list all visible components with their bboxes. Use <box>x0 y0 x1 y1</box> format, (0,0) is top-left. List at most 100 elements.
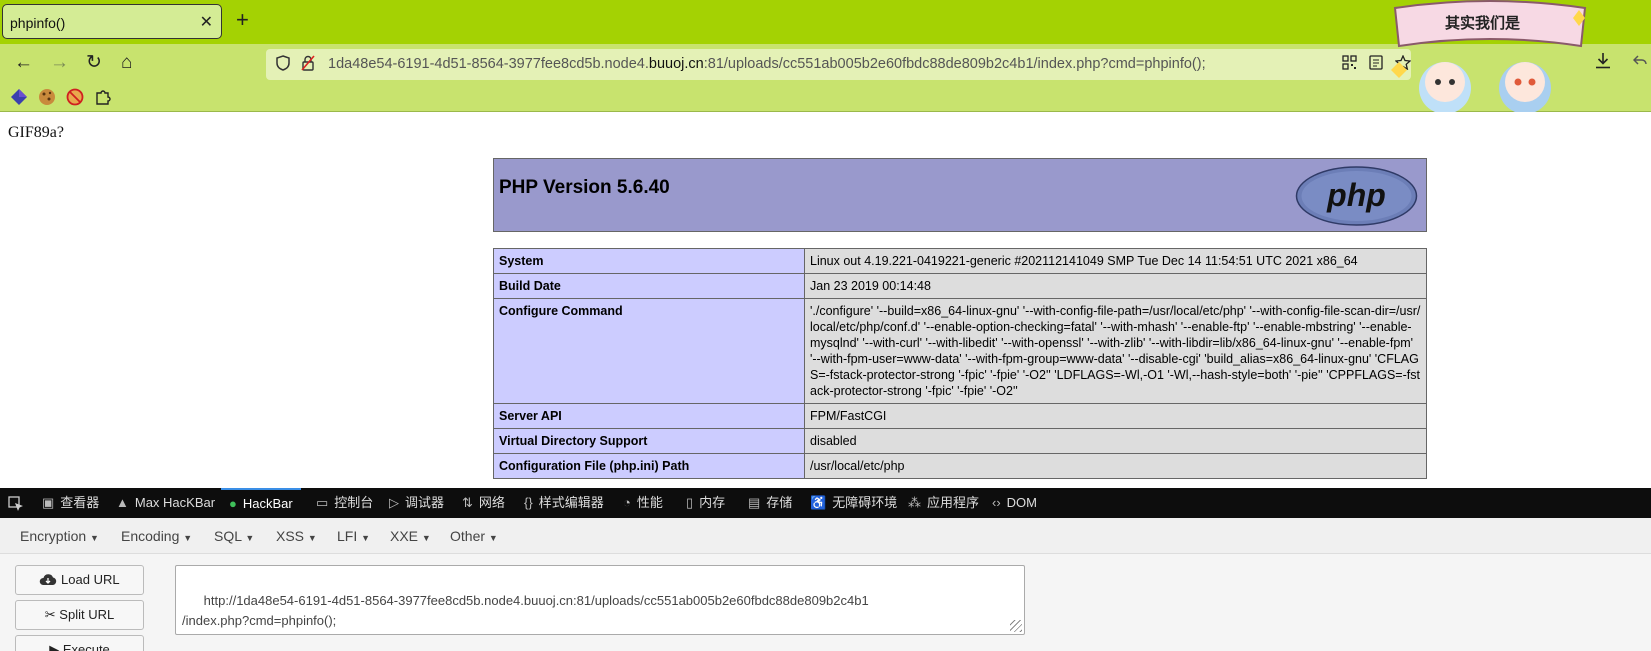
resize-grip-icon[interactable] <box>1010 620 1022 632</box>
shield-icon[interactable] <box>276 55 290 75</box>
php-version-title: PHP Version 5.6.40 <box>499 177 670 198</box>
tab-label: 控制台 <box>334 495 374 510</box>
hackbar-url-text: http://1da48e54-6191-4d51-8564-3977fee8c… <box>182 593 869 628</box>
new-tab-button[interactable]: + <box>236 8 249 32</box>
menu-encryption[interactable]: Encryption ▼ <box>20 528 99 544</box>
cube-extension-icon[interactable] <box>10 88 28 106</box>
tab-max-hackbar[interactable]: ▲ Max HacKBar <box>116 488 215 518</box>
insecure-lock-icon[interactable] <box>301 55 315 74</box>
row-label: Server API <box>493 403 805 429</box>
tab-style-editor[interactable]: {} 样式编辑器 <box>524 488 604 518</box>
table-row: Server API FPM/FastCGI <box>493 403 1427 429</box>
tab-label: 内存 <box>699 495 726 510</box>
inspector-icon: ▣ <box>42 495 55 510</box>
caret-down-icon: ▼ <box>90 533 99 543</box>
menu-lfi[interactable]: LFI ▼ <box>337 528 370 544</box>
row-value: Jan 23 2019 00:14:48 <box>804 273 1427 299</box>
scissors-icon: ✂ <box>44 607 56 622</box>
load-url-button[interactable]: Load URL <box>15 565 144 595</box>
cookie-extension-icon[interactable] <box>38 88 56 106</box>
menu-label: SQL <box>214 528 242 544</box>
qr-code-icon[interactable] <box>1342 55 1357 74</box>
php-logo-text: php <box>1326 177 1386 213</box>
tab-hackbar[interactable]: ● HackBar <box>221 488 301 518</box>
hat-icon: ▲ <box>116 495 129 510</box>
download-icon[interactable] <box>1595 52 1611 74</box>
table-row: Build Date Jan 23 2019 00:14:48 <box>493 273 1427 299</box>
hackbar-url-textarea[interactable]: http://1da48e54-6191-4d51-8564-3977fee8c… <box>175 565 1025 635</box>
browser-window: phpinfo() ✕ + ← → ↻ ⌂ 1da48e54-6191-4d51… <box>0 0 1651 651</box>
menu-label: XSS <box>276 528 305 544</box>
row-label: System <box>493 248 805 274</box>
url-prefix: 1da48e54-6191-4d51-8564-3977fee8cd5b.nod… <box>328 56 649 72</box>
tab-dom[interactable]: ‹› DOM <box>992 488 1037 518</box>
tab-label: 查看器 <box>60 495 100 510</box>
tab-label: 存储 <box>766 495 793 510</box>
row-label: Build Date <box>493 273 805 299</box>
accessibility-icon: ♿ <box>810 495 827 510</box>
memory-chip-icon: ▯ <box>686 495 694 510</box>
code-icon: ‹› <box>992 495 1001 510</box>
element-picker-icon[interactable] <box>8 488 24 518</box>
back-icon[interactable]: ← <box>14 52 33 74</box>
play-circle-icon: ▶ <box>49 642 60 651</box>
address-bar[interactable]: 1da48e54-6191-4d51-8564-3977fee8cd5b.nod… <box>266 49 1412 80</box>
menu-xxe[interactable]: XXE ▼ <box>390 528 431 544</box>
menu-label: LFI <box>337 528 358 544</box>
cloud-download-icon <box>39 572 61 587</box>
home-icon[interactable]: ⌂ <box>121 52 132 74</box>
url-suffix: :81/uploads/cc551ab005b2e60fbdc88de809b2… <box>703 56 1206 72</box>
menu-xss[interactable]: XSS ▼ <box>276 528 317 544</box>
undo-icon[interactable] <box>1632 52 1647 74</box>
tab-storage[interactable]: ▤ 存储 <box>748 488 792 518</box>
execute-button[interactable]: ▶ Execute <box>15 635 144 651</box>
menu-encoding[interactable]: Encoding ▼ <box>121 528 192 544</box>
reader-view-icon[interactable] <box>1369 55 1383 74</box>
table-row: System Linux out 4.19.221-0419221-generic… <box>493 248 1427 274</box>
tab-memory[interactable]: ▯ 内存 <box>686 488 725 518</box>
menu-label: Encryption <box>20 528 87 544</box>
forward-icon[interactable]: → <box>50 52 69 74</box>
hackbar-logo-icon: ● <box>229 496 237 511</box>
tab-accessibility[interactable]: ♿ 无障碍环境 <box>810 488 897 518</box>
tab-label: 网络 <box>478 495 505 510</box>
caret-down-icon: ▼ <box>361 533 371 543</box>
page-content: GIF89a? PHP Version 5.6.40 php System Lin… <box>0 112 1651 488</box>
tab-network[interactable]: ⇅ 网络 <box>462 488 505 518</box>
row-label: Configuration File (php.ini) Path <box>493 453 805 479</box>
tab-console[interactable]: ▭ 控制台 <box>316 488 373 518</box>
puzzle-extension-icon[interactable] <box>94 88 112 106</box>
menu-label: XXE <box>390 528 419 544</box>
hackbar-menu: Encryption ▼ Encoding ▼ SQL ▼ XSS ▼ LFI … <box>0 518 1651 554</box>
storage-icon: ▤ <box>748 495 761 510</box>
tab-phpinfo[interactable]: phpinfo() ✕ <box>2 4 222 39</box>
braces-icon: {} <box>524 495 533 510</box>
caret-down-icon: ▼ <box>307 533 317 543</box>
theme-banner-image: 其实我们是 <box>1385 0 1595 114</box>
menu-other[interactable]: Other ▼ <box>450 528 498 544</box>
reload-icon[interactable]: ↻ <box>86 52 102 74</box>
hackbar-panel: Encryption ▼ Encoding ▼ SQL ▼ XSS ▼ LFI … <box>0 518 1651 651</box>
phpinfo-table: System Linux out 4.19.221-0419221-generic… <box>493 248 1427 479</box>
table-row: Virtual Directory Support disabled <box>493 428 1427 454</box>
execute-label: Execute <box>62 642 110 651</box>
blocked-cookie-extension-icon[interactable] <box>66 88 84 106</box>
tab-debugger[interactable]: ▷ 调试器 <box>389 488 444 518</box>
console-icon: ▭ <box>316 495 329 510</box>
split-url-button[interactable]: ✂ Split URL <box>15 600 144 630</box>
tab-performance[interactable]: ◔ 性能 <box>623 488 663 518</box>
close-tab-icon[interactable]: ✕ <box>200 12 213 32</box>
menu-label: Other <box>450 528 486 544</box>
menu-sql[interactable]: SQL ▼ <box>214 528 254 544</box>
tab-label: DOM <box>1006 495 1038 510</box>
tab-application[interactable]: ⁂ 应用程序 <box>908 488 979 518</box>
banner-text: 其实我们是 <box>1445 14 1521 32</box>
php-version-header: PHP Version 5.6.40 php <box>493 158 1427 232</box>
row-label: Configure Command <box>493 298 805 404</box>
caret-down-icon: ▼ <box>245 533 255 543</box>
url-text[interactable]: 1da48e54-6191-4d51-8564-3977fee8cd5b.nod… <box>328 56 1206 72</box>
menu-label: Encoding <box>121 528 180 544</box>
tab-inspector[interactable]: ▣ 查看器 <box>42 488 99 518</box>
row-value: Linux out 4.19.221-0419221-generic #2021… <box>804 248 1427 274</box>
row-value: /usr/local/etc/php <box>804 453 1427 479</box>
